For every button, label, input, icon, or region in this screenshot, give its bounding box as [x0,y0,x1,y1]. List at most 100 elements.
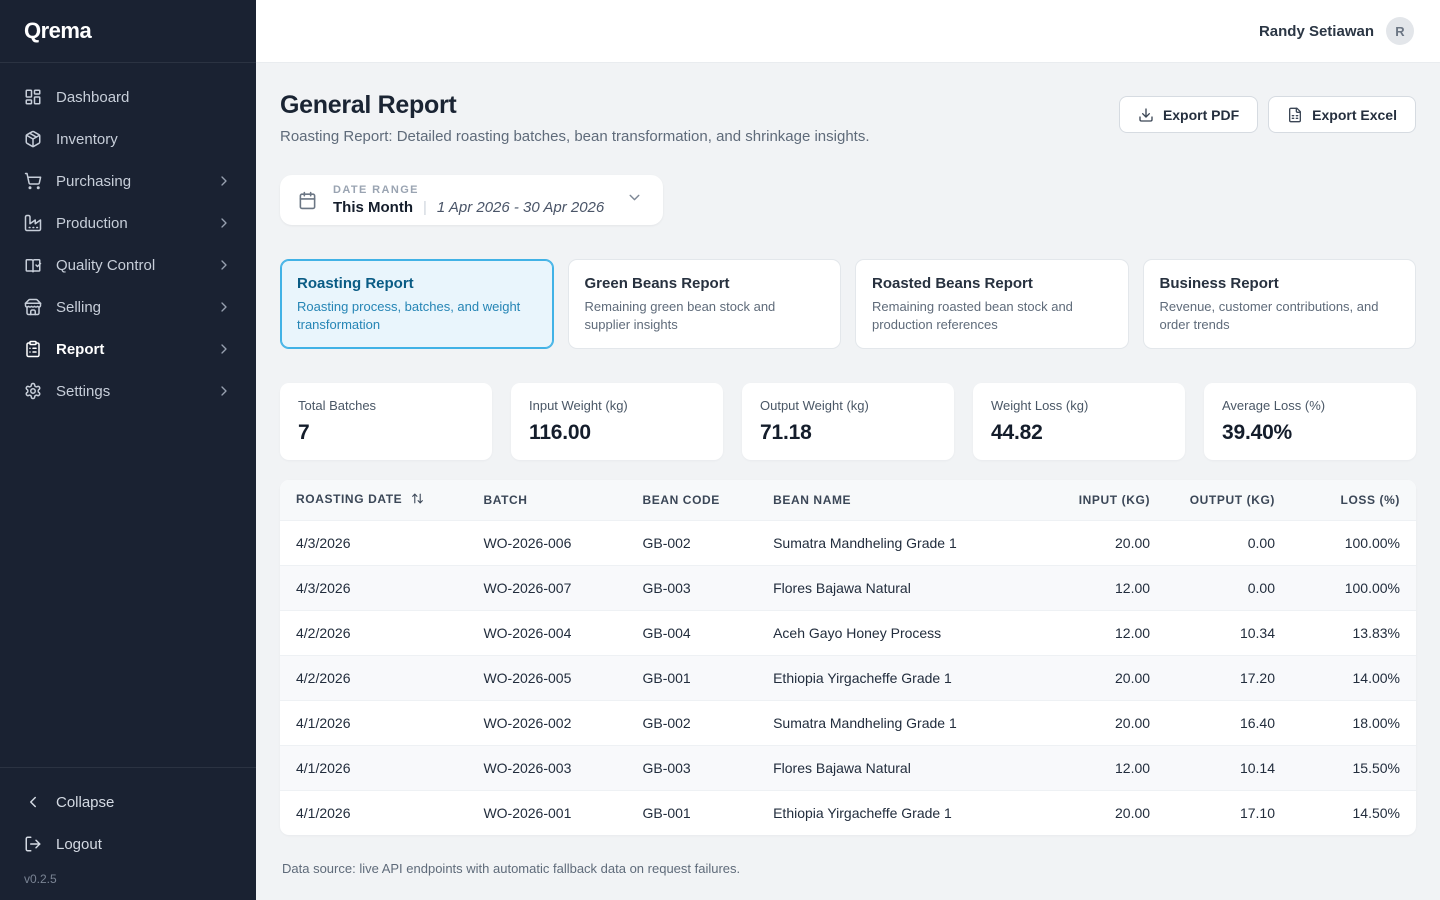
spreadsheet-file-icon [1287,107,1303,123]
topbar: Randy Setiawan R [256,0,1440,63]
table-cell: 18.00% [1291,701,1416,746]
summary-stats: Total Batches 7 Input Weight (kg) 116.00… [280,383,1416,460]
table-cell: GB-004 [626,611,757,656]
avatar[interactable]: R [1386,17,1414,45]
table-cell: 14.50% [1291,791,1416,836]
sidebar-item-settings[interactable]: Settings [8,371,248,411]
column-header-batch: BATCH [467,480,626,521]
table-cell: WO-2026-003 [467,746,626,791]
stat-label: Average Loss (%) [1222,398,1398,413]
stat-label: Weight Loss (kg) [991,398,1167,413]
sidebar-item-selling[interactable]: Selling [8,287,248,327]
date-range-selector[interactable]: DATE RANGE This Month | 1 Apr 2026 - 30 … [280,175,663,225]
table-cell: Ethiopia Yirgacheffe Grade 1 [757,656,1024,701]
stat-label: Total Batches [298,398,474,413]
table-cell: Sumatra Mandheling Grade 1 [757,521,1024,566]
sidebar-item-inventory[interactable]: Inventory [8,119,248,159]
export-buttons: Export PDF Export Excel [1119,91,1416,133]
sidebar-item-production[interactable]: Production [8,203,248,243]
gear-icon [24,382,42,400]
report-card-green-beans[interactable]: Green Beans Report Remaining green bean … [568,259,842,349]
report-card-roasting[interactable]: Roasting Report Roasting process, batche… [280,259,554,349]
report-card-title: Roasting Report [297,275,537,292]
sidebar-item-report[interactable]: Report [8,329,248,369]
chevron-left-icon [24,793,42,811]
column-header-loss-pct: LOSS (%) [1291,480,1416,521]
table-cell: WO-2026-002 [467,701,626,746]
table-cell: WO-2026-005 [467,656,626,701]
sidebar-footer: Collapse Logout v0.2.5 [0,767,256,900]
column-header-roasting-date[interactable]: ROASTING DATE [280,480,467,521]
main-area: Randy Setiawan R General Report Roasting… [256,0,1440,900]
table-cell: 10.34 [1166,611,1291,656]
user-name[interactable]: Randy Setiawan [1259,23,1374,40]
sidebar: Qrema Dashboard Inventory Purchasing [0,0,256,900]
stat-total-batches: Total Batches 7 [280,383,492,460]
collapse-button[interactable]: Collapse [8,782,248,822]
column-header-bean-name: BEAN NAME [757,480,1024,521]
stat-output-weight: Output Weight (kg) 71.18 [742,383,954,460]
report-card-description: Roasting process, batches, and weight tr… [297,298,537,333]
stat-value: 116.00 [529,421,705,445]
page-title-block: General Report Roasting Report: Detailed… [280,91,870,145]
stat-label: Input Weight (kg) [529,398,705,413]
table-cell: Ethiopia Yirgacheffe Grade 1 [757,791,1024,836]
sort-icon [411,492,424,508]
table-cell: Flores Bajawa Natural [757,746,1024,791]
column-header-input-kg: INPUT (KG) [1024,480,1166,521]
sidebar-item-dashboard[interactable]: Dashboard [8,77,248,117]
table-cell: 12.00 [1024,566,1166,611]
table-cell: 100.00% [1291,521,1416,566]
chevron-right-icon [216,299,232,315]
export-pdf-label: Export PDF [1163,107,1239,123]
sidebar-logo: Qrema [0,0,256,63]
report-card-business[interactable]: Business Report Revenue, customer contri… [1143,259,1417,349]
table-cell: 13.83% [1291,611,1416,656]
date-range-label: DATE RANGE [333,184,604,196]
report-card-description: Remaining green bean stock and supplier … [585,298,825,333]
report-card-roasted-beans[interactable]: Roasted Beans Report Remaining roasted b… [855,259,1129,349]
table-cell: WO-2026-004 [467,611,626,656]
calendar-icon [298,191,317,210]
table-row: 4/2/2026WO-2026-005GB-001Ethiopia Yirgac… [280,656,1416,701]
app-version: v0.2.5 [8,866,248,886]
roasting-table-card: ROASTING DATE BATCH BEAN CODE BEAN NAME … [280,480,1416,835]
app-logo: Qrema [24,18,91,44]
column-header-output-kg: OUTPUT (KG) [1166,480,1291,521]
chevron-right-icon [216,341,232,357]
report-card-title: Green Beans Report [585,275,825,292]
sidebar-item-purchasing[interactable]: Purchasing [8,161,248,201]
table-body: 4/3/2026WO-2026-006GB-002Sumatra Mandhel… [280,521,1416,836]
table-cell: 0.00 [1166,566,1291,611]
table-row: 4/3/2026WO-2026-007GB-003Flores Bajawa N… [280,566,1416,611]
table-cell: 4/2/2026 [280,611,467,656]
table-cell: GB-003 [626,746,757,791]
table-row: 4/1/2026WO-2026-001GB-001Ethiopia Yirgac… [280,791,1416,836]
page-title: General Report [280,91,870,120]
logout-label: Logout [56,836,232,853]
export-excel-button[interactable]: Export Excel [1268,96,1416,133]
table-cell: 100.00% [1291,566,1416,611]
sidebar-item-label: Selling [56,299,202,316]
table-cell: 20.00 [1024,656,1166,701]
sidebar-item-quality-control[interactable]: Quality Control [8,245,248,285]
table-cell: Aceh Gayo Honey Process [757,611,1024,656]
stat-weight-loss: Weight Loss (kg) 44.82 [973,383,1185,460]
export-pdf-button[interactable]: Export PDF [1119,96,1258,133]
table-cell: 4/3/2026 [280,521,467,566]
table-row: 4/1/2026WO-2026-003GB-003Flores Bajawa N… [280,746,1416,791]
table-header-row: ROASTING DATE BATCH BEAN CODE BEAN NAME … [280,480,1416,521]
table-cell: 17.10 [1166,791,1291,836]
report-card-title: Roasted Beans Report [872,275,1112,292]
table-row: 4/3/2026WO-2026-006GB-002Sumatra Mandhel… [280,521,1416,566]
sidebar-item-label: Quality Control [56,257,202,274]
sidebar-item-label: Production [56,215,202,232]
logout-button[interactable]: Logout [8,824,248,864]
chevron-right-icon [216,383,232,399]
column-header-bean-code: BEAN CODE [626,480,757,521]
stat-value: 39.40% [1222,421,1398,445]
factory-icon [24,214,42,232]
stat-value: 44.82 [991,421,1167,445]
sidebar-item-label: Dashboard [56,89,232,106]
table-cell: 4/1/2026 [280,701,467,746]
